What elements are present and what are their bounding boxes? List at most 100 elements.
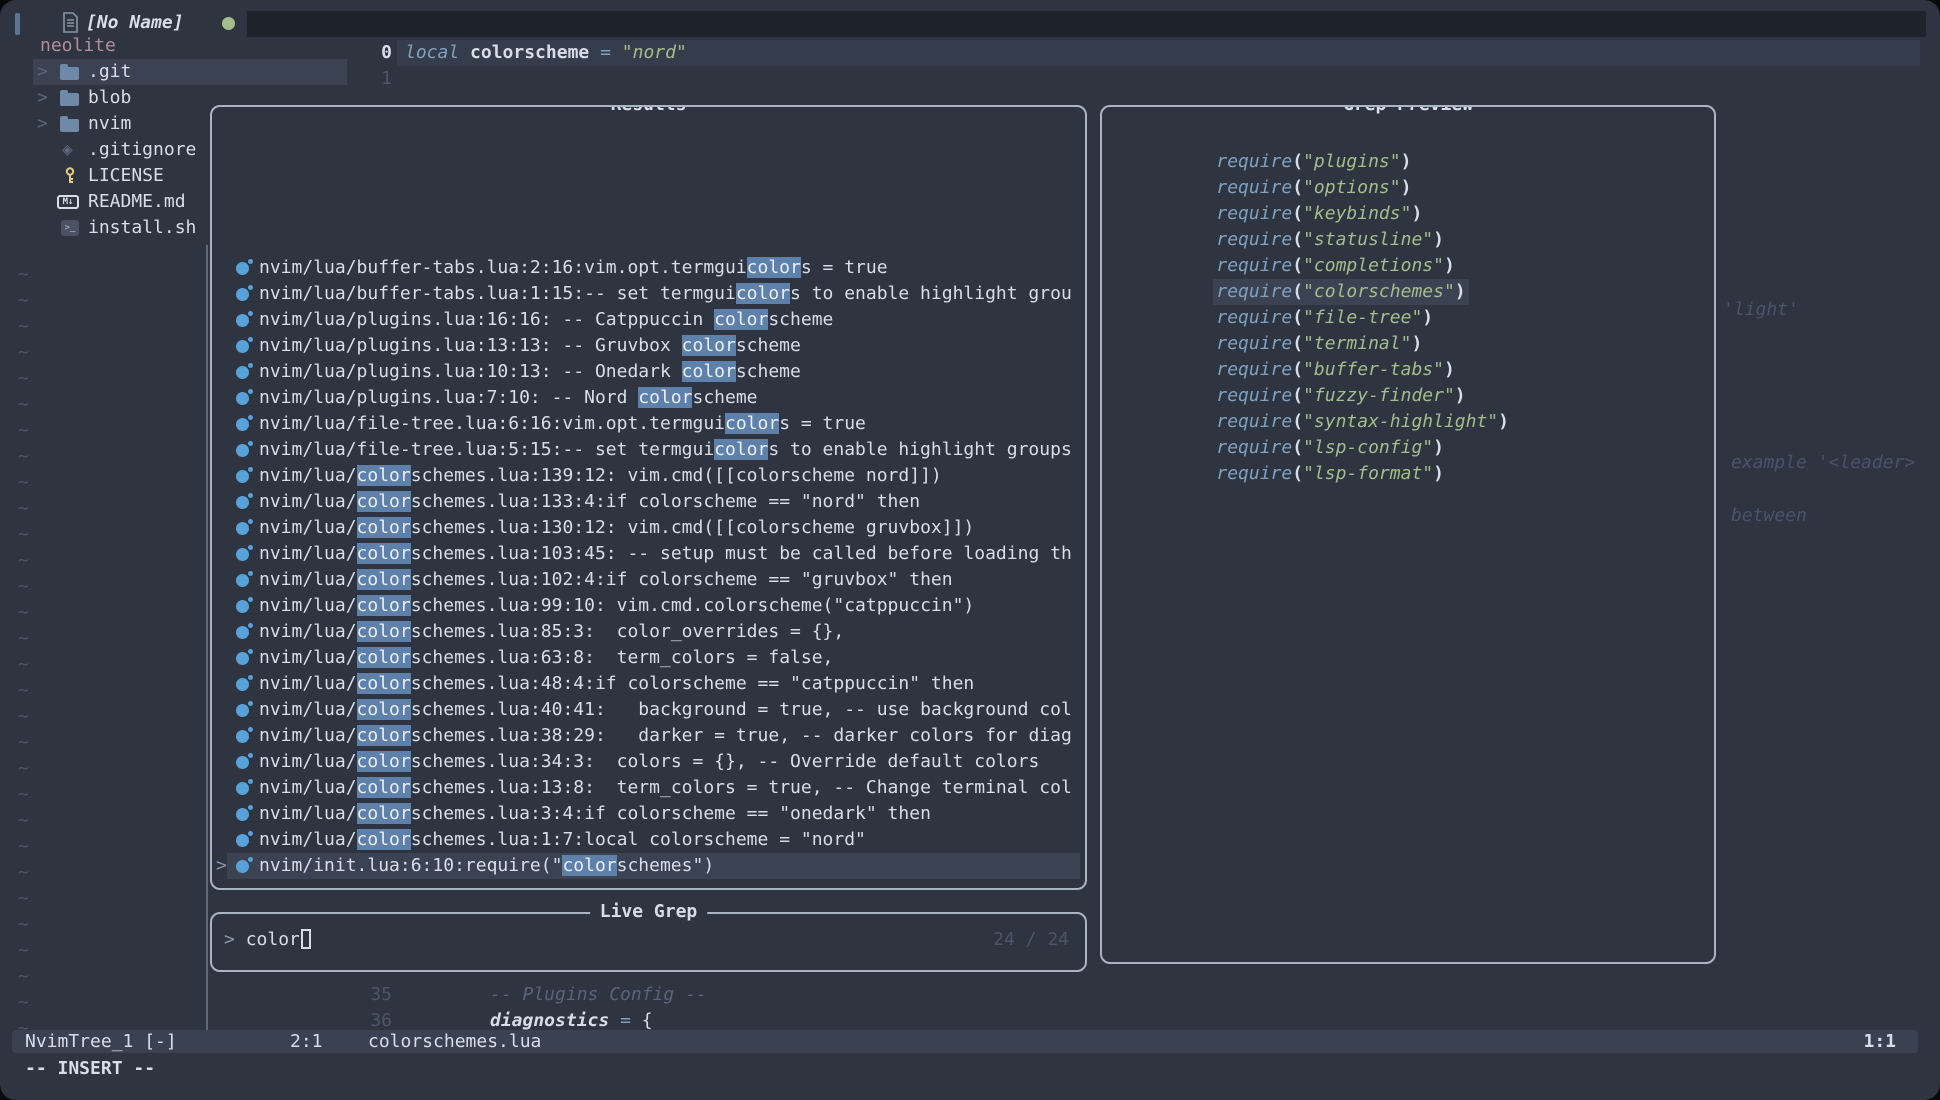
result-row[interactable]: > nvim/lua/plugins.lua:10:13: -- Onedark… xyxy=(212,359,1085,385)
tree-item-label: LICENSE xyxy=(88,163,164,189)
chevron-right-icon[interactable]: > xyxy=(37,85,48,111)
result-row[interactable]: > nvim/lua/colorschemes.lua:3:4:if color… xyxy=(212,801,1085,827)
statusline-file-name: colorschemes.lua xyxy=(368,1030,541,1053)
tabline-background xyxy=(247,11,1926,37)
result-row[interactable]: > nvim/lua/colorschemes.lua:133:4:if col… xyxy=(212,489,1085,515)
match-highlight: color xyxy=(357,699,411,720)
result-text: nvim/lua/colorschemes.lua:1:7:local colo… xyxy=(259,827,866,853)
lua-file-icon xyxy=(236,340,249,353)
results-list: > nvim/lua/buffer-tabs.lua:2:16:vim.opt.… xyxy=(212,255,1085,879)
preview-line[interactable]: require("lsp-format") xyxy=(1105,435,1714,461)
preview-line[interactable]: require("lsp-config") xyxy=(1105,409,1714,435)
lua-file-icon xyxy=(236,704,249,717)
line-number-35: 35 xyxy=(340,982,392,1008)
preview-line[interactable]: require("buffer-tabs") xyxy=(1105,331,1714,357)
result-row[interactable]: > nvim/lua/plugins.lua:7:10: -- Nord col… xyxy=(212,385,1085,411)
results-title: Results xyxy=(601,105,697,118)
result-text: nvim/lua/plugins.lua:7:10: -- Nord color… xyxy=(259,385,758,411)
lua-file-icon xyxy=(236,782,249,795)
tree-root[interactable]: neolite xyxy=(0,33,370,59)
text-cursor xyxy=(301,929,311,949)
tree-item-label: blob xyxy=(88,85,131,111)
result-text: nvim/lua/colorschemes.lua:13:8: term_col… xyxy=(259,775,1072,801)
statusline-buffer-name: NvimTree_1 [-] xyxy=(25,1030,177,1053)
preview-line[interactable]: require("terminal") xyxy=(1105,305,1714,331)
result-row[interactable]: > nvim/lua/colorschemes.lua:85:3: color_… xyxy=(212,619,1085,645)
result-text: nvim/lua/file-tree.lua:5:15:-- set termg… xyxy=(259,437,1072,463)
tree-item-label: nvim xyxy=(88,111,131,137)
result-text: nvim/lua/buffer-tabs.lua:1:15:-- set ter… xyxy=(259,281,1072,307)
result-row[interactable]: > nvim/lua/plugins.lua:13:13: -- Gruvbox… xyxy=(212,333,1085,359)
result-row[interactable]: > nvim/lua/colorschemes.lua:48:4:if colo… xyxy=(212,671,1085,697)
preview-line[interactable]: require("completions") xyxy=(1105,227,1714,253)
match-highlight: color xyxy=(357,725,411,746)
bg-text-leader: example '<leader> xyxy=(1731,450,1915,476)
match-highlight: color xyxy=(357,803,411,824)
live-grep-input[interactable]: > color xyxy=(224,927,311,953)
match-highlight: color xyxy=(357,595,411,616)
match-counter: 24 / 24 xyxy=(993,927,1069,953)
match-highlight: color xyxy=(357,647,411,668)
result-row[interactable]: > nvim/lua/colorschemes.lua:130:12: vim.… xyxy=(212,515,1085,541)
preview-line[interactable]: require("colorschemes") xyxy=(1105,253,1714,279)
lua-file-icon xyxy=(236,444,249,457)
result-text: nvim/lua/plugins.lua:16:16: -- Catppucci… xyxy=(259,307,833,333)
result-row[interactable]: > nvim/lua/colorschemes.lua:1:7:local co… xyxy=(212,827,1085,853)
string-literal: "nord" xyxy=(622,42,687,63)
result-row[interactable]: > nvim/lua/colorschemes.lua:63:8: term_c… xyxy=(212,645,1085,671)
result-text: nvim/lua/colorschemes.lua:103:45: -- set… xyxy=(259,541,1072,567)
match-highlight: color xyxy=(562,855,616,876)
lua-file-icon xyxy=(236,808,249,821)
lua-file-icon xyxy=(236,600,249,613)
preview-line[interactable]: require("plugins") xyxy=(1105,123,1714,149)
module-string: "lsp-format" xyxy=(1303,463,1433,484)
result-row[interactable]: > nvim/lua/buffer-tabs.lua:1:15:-- set t… xyxy=(212,281,1085,307)
preview-line[interactable]: require("file-tree") xyxy=(1105,279,1714,305)
tree-item-label: .git xyxy=(88,59,131,85)
require-keyword: require xyxy=(1216,463,1292,484)
result-row[interactable]: > nvim/lua/plugins.lua:16:16: -- Catppuc… xyxy=(212,307,1085,333)
result-text: nvim/lua/colorschemes.lua:102:4:if color… xyxy=(259,567,953,593)
folder-icon xyxy=(60,67,79,80)
lua-file-icon xyxy=(236,314,249,327)
preview-line[interactable]: require("statusline") xyxy=(1105,201,1714,227)
result-row[interactable]: > nvim/lua/file-tree.lua:6:16:vim.opt.te… xyxy=(212,411,1085,437)
result-row[interactable]: > nvim/lua/colorschemes.lua:40:41: backg… xyxy=(212,697,1085,723)
result-row[interactable]: > nvim/lua/colorschemes.lua:139:12: vim.… xyxy=(212,463,1085,489)
match-highlight: color xyxy=(714,439,768,460)
folder-icon xyxy=(60,93,79,106)
result-row[interactable]: > nvim/lua/colorschemes.lua:103:45: -- s… xyxy=(212,541,1085,567)
result-row[interactable]: > nvim/lua/file-tree.lua:5:15:-- set ter… xyxy=(212,437,1085,463)
result-row[interactable]: > nvim/lua/colorschemes.lua:34:3: colors… xyxy=(212,749,1085,775)
result-text: nvim/lua/colorschemes.lua:48:4:if colors… xyxy=(259,671,974,697)
lua-file-icon xyxy=(236,652,249,665)
match-highlight: color xyxy=(357,517,411,538)
match-highlight: color xyxy=(638,387,692,408)
result-row[interactable]: > nvim/lua/colorschemes.lua:99:10: vim.c… xyxy=(212,593,1085,619)
result-row[interactable]: > nvim/lua/colorschemes.lua:13:8: term_c… xyxy=(212,775,1085,801)
result-row[interactable]: > nvim/init.lua:6:10:require("colorschem… xyxy=(212,853,1085,879)
result-row[interactable]: > nvim/lua/colorschemes.lua:102:4:if col… xyxy=(212,567,1085,593)
chevron-right-icon[interactable]: > xyxy=(37,111,48,137)
match-highlight: color xyxy=(725,413,779,434)
preview-line[interactable]: require("keybinds") xyxy=(1105,175,1714,201)
result-text: nvim/lua/colorschemes.lua:139:12: vim.cm… xyxy=(259,463,942,489)
result-text: nvim/lua/colorschemes.lua:85:3: color_ov… xyxy=(259,619,844,645)
active-tab-indicator-bar xyxy=(15,13,20,35)
preview-line[interactable]: require("fuzzy-finder") xyxy=(1105,357,1714,383)
window-separator[interactable] xyxy=(206,245,208,1030)
lua-file-icon xyxy=(236,366,249,379)
result-row[interactable]: > nvim/lua/buffer-tabs.lua:2:16:vim.opt.… xyxy=(212,255,1085,281)
result-row[interactable]: > nvim/lua/colorschemes.lua:38:29: darke… xyxy=(212,723,1085,749)
tree-item-git[interactable]: > .git xyxy=(0,59,370,85)
preview-line[interactable]: require("syntax-highlight") xyxy=(1105,383,1714,409)
preview-lines: require("plugins") require("options") re… xyxy=(1105,123,1714,461)
chevron-right-icon[interactable]: > xyxy=(37,59,48,85)
result-text: nvim/lua/colorschemes.lua:3:4:if colorsc… xyxy=(259,801,931,827)
lua-file-icon xyxy=(236,756,249,769)
match-highlight: color xyxy=(357,777,411,798)
lua-file-icon xyxy=(236,626,249,639)
empty-line-tildes: ~~~ ~~~ ~~~ ~~~ ~~~ ~~~ ~~~ ~~~ ~~~ ~~~ xyxy=(18,262,29,1042)
lua-file-icon xyxy=(236,860,249,873)
preview-line[interactable]: require("options") xyxy=(1105,149,1714,175)
